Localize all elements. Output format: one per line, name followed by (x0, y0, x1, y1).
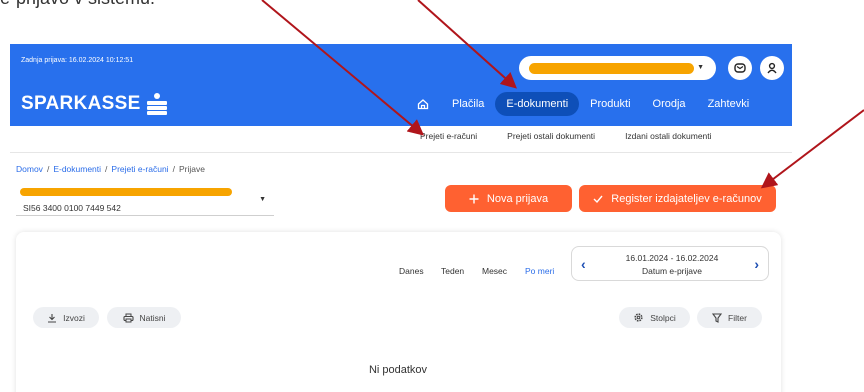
plus-icon (469, 194, 479, 203)
chevron-right-icon[interactable]: › (754, 256, 759, 272)
period-danes[interactable]: Danes (399, 266, 424, 276)
caret-down-icon: ▼ (697, 64, 704, 71)
filter-label: Filter (728, 312, 747, 323)
check-icon (593, 195, 603, 203)
intro-text: e-prijavo v sistemu. (0, 0, 155, 9)
divider (10, 152, 792, 153)
new-application-button[interactable]: Nova prijava (445, 185, 572, 212)
user-icon (767, 62, 777, 74)
sub-nav: Prejeti e-računi Prejeti ostali dokument… (420, 131, 712, 141)
register-issuers-button[interactable]: Register izdajateljev e-računov (579, 185, 776, 212)
date-range-picker[interactable]: ‹ 16.01.2024 - 16.02.2024 Datum e-prijav… (571, 246, 769, 281)
mail-icon (734, 63, 746, 73)
nav-e-dokumenti[interactable]: E-dokumenti (495, 92, 580, 116)
breadcrumb-prejeti-e-racuni[interactable]: Prejeti e-računi (111, 164, 168, 174)
filter-button[interactable]: Filter (697, 307, 762, 328)
last-login: Zadnja prijava: 16.02.2024 10:12:51 (21, 57, 134, 64)
gear-icon (634, 313, 643, 322)
print-label: Natisni (139, 312, 166, 323)
account-dropdown[interactable]: SI56 3400 0100 7449 542 ▼ (16, 184, 274, 216)
user-button[interactable] (760, 56, 784, 80)
download-icon (48, 313, 57, 323)
columns-button[interactable]: Stolpci (619, 307, 690, 328)
breadcrumb-domov[interactable]: Domov (16, 164, 43, 174)
period-teden[interactable]: Teden (441, 266, 464, 276)
home-icon (417, 99, 429, 110)
sparkasse-s-icon (146, 93, 167, 115)
mail-button[interactable] (728, 56, 752, 80)
date-range-label: Datum e-prijave (642, 266, 702, 276)
sparkasse-logo[interactable]: SPARKASSE (21, 93, 167, 115)
chevron-left-icon[interactable]: ‹ (581, 256, 586, 272)
filter-icon (712, 312, 723, 323)
nav-home[interactable] (405, 92, 441, 116)
subnav-prejeti-e-racuni[interactable]: Prejeti e-računi (420, 131, 477, 141)
breadcrumb-current: Prijave (178, 164, 205, 174)
nav-produkti[interactable]: Produkti (579, 92, 641, 116)
empty-state: Ni podatkov (368, 364, 428, 376)
period-mesec[interactable]: Mesec (482, 266, 507, 276)
breadcrumb-e-dokumenti[interactable]: E-dokumenti (53, 164, 101, 174)
breadcrumb: Domov / E-dokumenti / Prejeti e-računi / Prija… (16, 164, 205, 174)
new-application-label: Nova prijava (486, 192, 549, 205)
caret-down-icon: ▼ (259, 196, 266, 203)
subnav-izdani-ostali[interactable]: Izdani ostali dokumenti (625, 131, 711, 141)
export-button[interactable]: Izvozi (33, 307, 99, 328)
redacted-account (529, 63, 694, 74)
columns-label: Stolpci (650, 312, 676, 323)
nav-orodja[interactable]: Orodja (642, 92, 697, 116)
top-header: Zadnja prijava: 16.02.2024 10:12:51 SPAR… (10, 44, 792, 126)
print-button[interactable]: Natisni (107, 307, 181, 328)
export-label: Izvozi (63, 312, 85, 323)
printer-icon (122, 313, 134, 322)
redacted-account-name (20, 188, 232, 196)
date-range-value: 16.01.2024 - 16.02.2024 (625, 253, 719, 263)
nav-zahtevki[interactable]: Zahtevki (697, 92, 761, 116)
register-issuers-label: Register izdajateljev e-računov (611, 192, 762, 205)
logo-text: SPARKASSE (21, 93, 141, 114)
header-account-select[interactable]: ▼ (519, 56, 716, 80)
main-nav: Plačila E-dokumenti Produkti Orodja Zaht… (405, 92, 760, 116)
period-po-meri[interactable]: Po meri (525, 266, 554, 276)
subnav-prejeti-ostali[interactable]: Prejeti ostali dokumenti (507, 131, 595, 141)
account-iban: SI56 3400 0100 7449 542 (23, 203, 121, 213)
nav-placila[interactable]: Plačila (441, 92, 495, 116)
